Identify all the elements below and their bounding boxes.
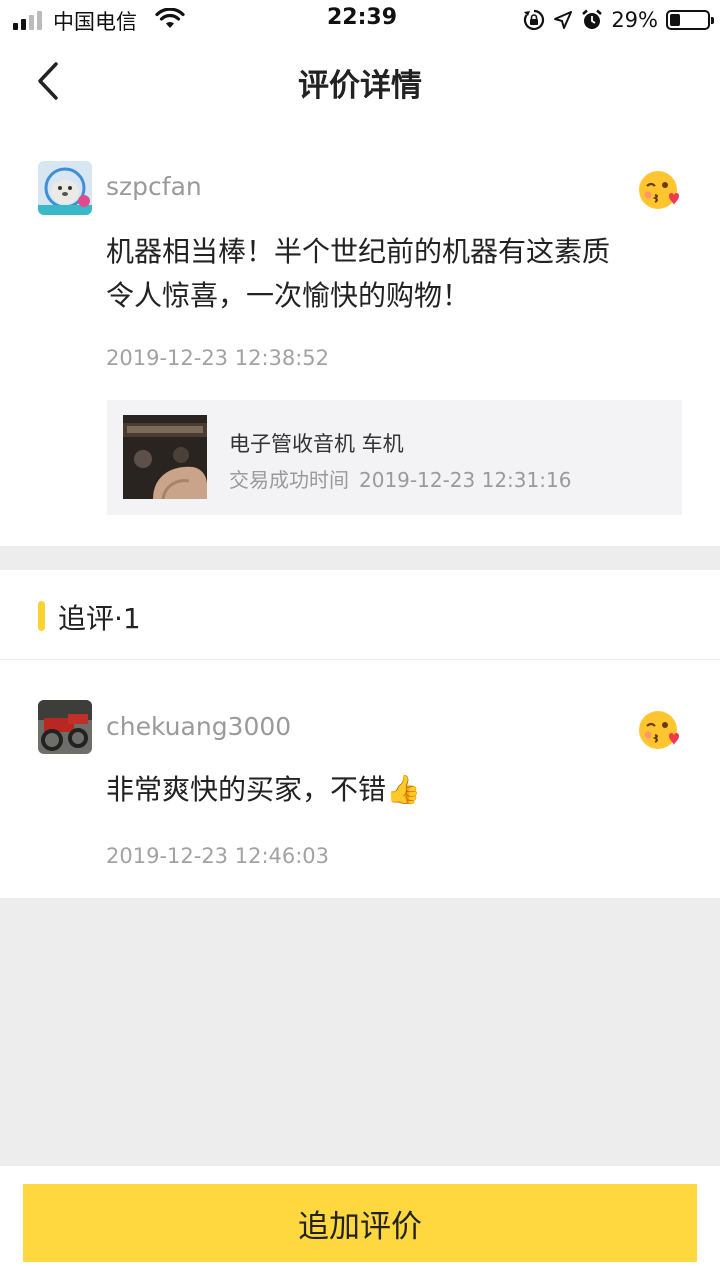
- page-title: 评价详情: [298, 68, 422, 104]
- followup-card: 追评·1 chekuang3000 非常爽快的买家，不错👍 2019-12-23…: [0, 570, 720, 898]
- followup-timestamp: 2019-12-23 12:46:03: [106, 844, 330, 868]
- rotation-lock-icon: [524, 9, 545, 31]
- wifi-icon: [155, 8, 185, 28]
- alarm-icon: [582, 9, 603, 29]
- followup-section-header: 追评·1: [0, 570, 720, 660]
- battery-icon: [666, 10, 714, 30]
- signal-icon: [13, 11, 42, 30]
- kiss-emoji-icon[interactable]: [638, 708, 682, 752]
- avatar[interactable]: [38, 700, 92, 754]
- avatar[interactable]: [38, 161, 92, 215]
- thumbs-up-icon: 👍: [386, 773, 421, 806]
- followup-section-title: 追评·1: [58, 602, 141, 635]
- battery-fill: [670, 14, 680, 26]
- bottom-bar: 追加评价: [0, 1166, 720, 1280]
- review-text-line-1: 机器相当棒！半个世纪前的机器有这素质: [106, 235, 611, 268]
- battery-percent: 29%: [611, 8, 658, 32]
- product-name: 电子管收音机 车机: [229, 432, 404, 456]
- product-card[interactable]: 电子管收音机 车机 交易成功时间 2019-12-23 12:31:16: [107, 400, 682, 515]
- status-right-group: 29%: [523, 6, 714, 34]
- review-card: szpcfan 机器相当棒！半个世纪前的机器有这素质 令人惊喜，一次愉快的购物！…: [0, 124, 720, 546]
- nav-bar: 评价详情: [0, 40, 720, 124]
- kiss-emoji-icon[interactable]: [638, 168, 682, 212]
- status-time: 22:39: [327, 5, 398, 30]
- carrier-name: 中国电信: [53, 10, 137, 34]
- add-review-button[interactable]: 追加评价: [23, 1184, 697, 1262]
- followup-text-body: 非常爽快的买家，不错: [106, 773, 387, 806]
- product-trade-time: 交易成功时间 2019-12-23 12:31:16: [229, 464, 581, 493]
- username[interactable]: chekuang3000: [106, 712, 291, 741]
- followup-text: 非常爽快的买家，不错👍: [106, 768, 421, 812]
- status-bar: 中国电信 22:39 29%: [0, 0, 720, 40]
- trade-time-label: 交易成功时间: [229, 468, 349, 492]
- section-accent-bar: [38, 601, 45, 631]
- trade-time-value: 2019-12-23 12:31:16: [359, 468, 572, 492]
- product-thumbnail: [123, 415, 207, 499]
- review-timestamp: 2019-12-23 12:38:52: [106, 346, 330, 370]
- location-icon: [554, 11, 573, 29]
- review-text-line-2: 令人惊喜，一次愉快的购物！: [106, 279, 471, 312]
- username[interactable]: szpcfan: [106, 172, 202, 201]
